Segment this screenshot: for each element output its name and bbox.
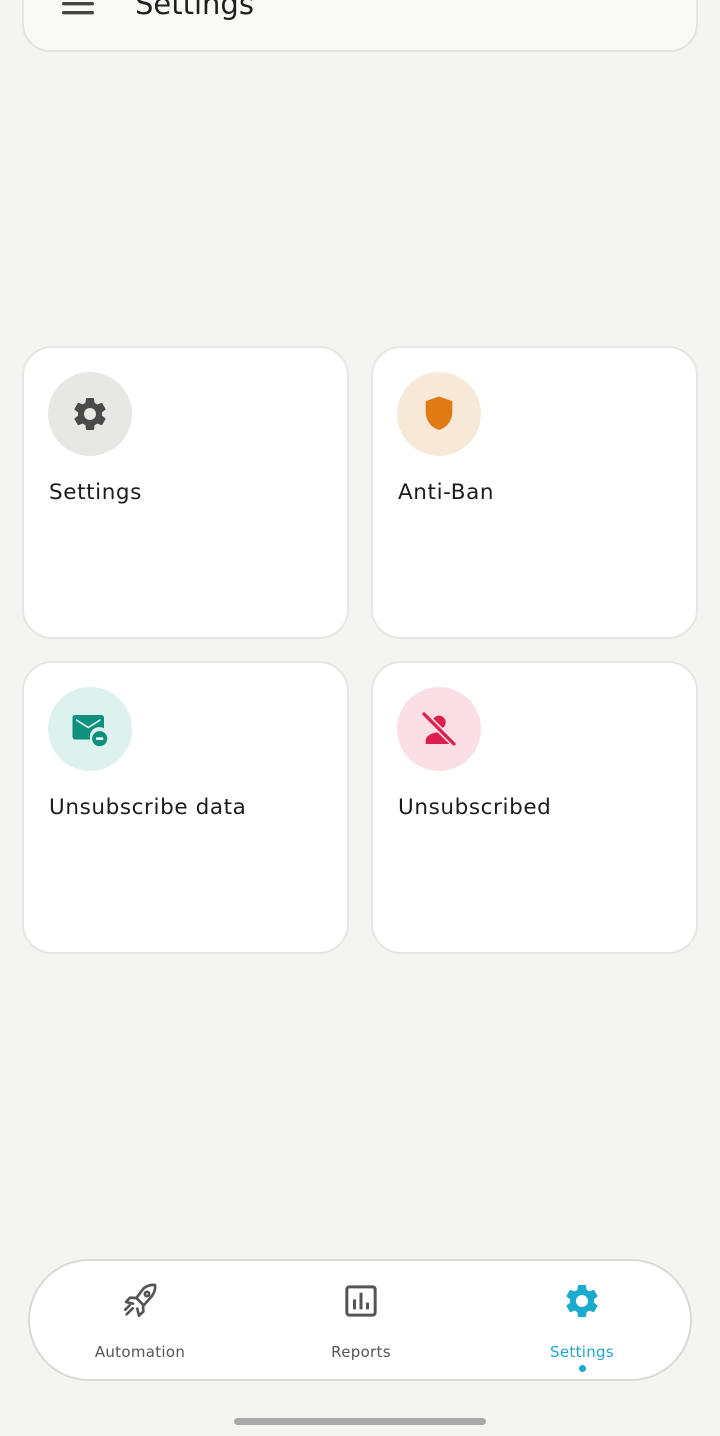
menu-button[interactable] [60,0,96,26]
gear-icon [566,1285,598,1317]
bottom-navigation: Automation Reports Settings [28,1259,692,1381]
shield-icon [425,396,453,430]
gear-icon [74,398,106,430]
menu-icon [62,2,94,15]
home-indicator[interactable] [234,1418,486,1425]
settings-screen: Settings Settings Anti-Ban Unsubscribe d… [0,0,720,1436]
person-off-icon [421,711,457,747]
settings-card-label: Settings [49,480,142,505]
page-title: Settings [135,0,254,21]
anti-ban-card[interactable]: Anti-Ban [371,346,698,639]
unsubscribed-card-icon-circle [397,687,481,771]
mail-remove-icon [72,715,108,747]
nav-item-automation[interactable]: Automation [40,1261,240,1379]
nav-label-automation: Automation [94,1343,186,1361]
settings-card[interactable]: Settings [22,346,349,639]
settings-grid: Settings Anti-Ban Unsubscribe data Unsub… [22,346,698,954]
unsubscribe-data-card[interactable]: Unsubscribe data [22,661,349,954]
nav-label-reports: Reports [331,1343,391,1361]
nav-item-settings[interactable]: Settings [482,1261,682,1379]
top-app-bar: Settings [22,0,698,52]
unsubscribe-data-card-icon-circle [48,687,132,771]
settings-card-icon-circle [48,372,132,456]
nav-label-settings: Settings [550,1343,614,1361]
rocket-icon [124,1283,157,1317]
active-indicator-dot [579,1365,586,1372]
bar-chart-icon [345,1285,377,1317]
nav-item-reports[interactable]: Reports [261,1261,461,1379]
unsubscribed-card[interactable]: Unsubscribed [371,661,698,954]
unsubscribed-card-label: Unsubscribed [398,795,552,820]
unsubscribe-data-card-label: Unsubscribe data [49,795,247,820]
anti-ban-card-label: Anti-Ban [398,480,495,505]
anti-ban-card-icon-circle [397,372,481,456]
